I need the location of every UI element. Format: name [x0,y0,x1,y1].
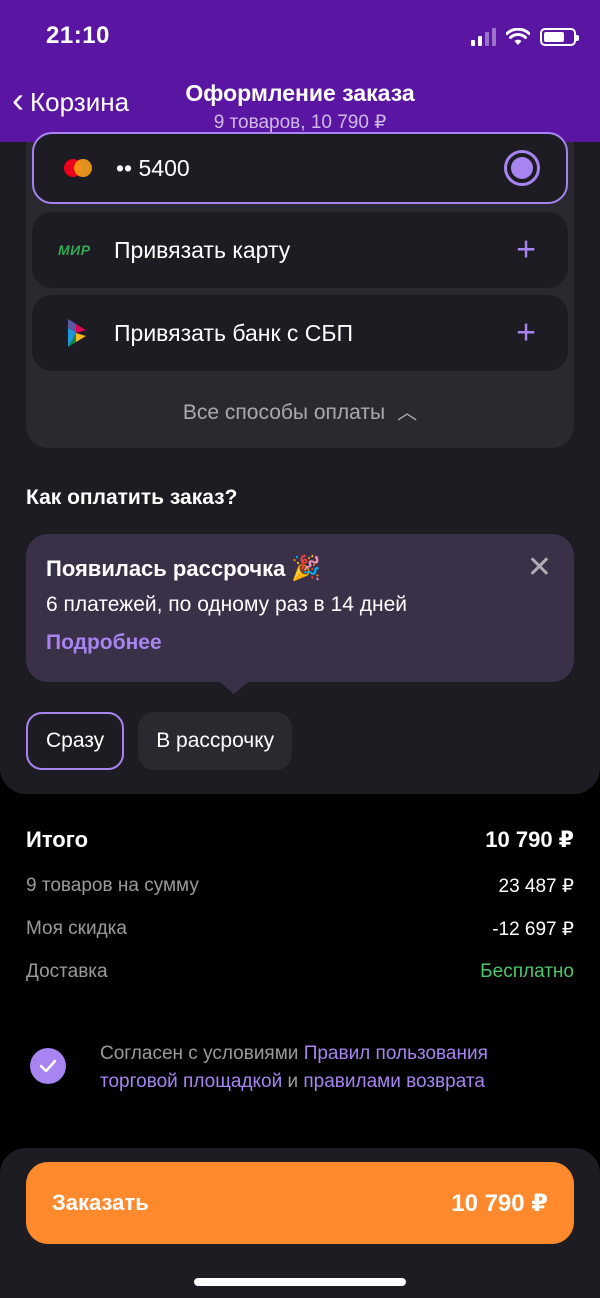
status-icons [471,26,579,48]
cellular-signal-icon [471,28,496,46]
mastercard-icon [60,157,98,179]
mir-logo-icon: МИР [58,242,91,258]
wifi-icon [506,28,530,45]
discount-value: -12 697 ₽ [492,918,574,940]
terms-agreement: Согласен с условиями Правил пользования … [30,1040,570,1096]
delivery-label: Доставка [26,961,108,982]
items-sum-row: 9 товаров на сумму 23 487 ₽ [26,875,574,897]
agreement-prefix: Согласен с условиями [100,1043,304,1064]
app-header: 21:10 ‹ Корзина Оформление заказа 9 това… [0,0,600,142]
checkout-panel: •• 5400 МИР Привязать карту + Привязать … [0,132,600,794]
checkmark-icon [39,1059,57,1073]
agreement-mid: и [282,1071,304,1092]
items-sum-label: 9 товаров на сумму [26,875,199,896]
delivery-row: Доставка Бесплатно [26,961,574,983]
payment-option-add-card[interactable]: МИР Привязать карту + [32,212,568,288]
total-label: Итого [26,827,89,852]
agreement-checkbox[interactable] [30,1048,66,1084]
payment-option-add-sbp[interactable]: Привязать банк с СБП + [32,295,568,371]
discount-row: Моя скидка -12 697 ₽ [26,918,574,940]
close-icon[interactable]: ✕ [527,550,552,585]
promo-title-row: Появилась рассрочка 🎉 [46,554,554,583]
selected-radio-icon[interactable] [504,150,540,186]
status-time: 21:10 [46,22,110,49]
party-popper-icon: 🎉 [291,555,322,582]
back-label: Корзина [30,86,130,117]
payment-timing-options: Сразу В рассрочку [26,712,293,770]
items-sum-value: 23 487 ₽ [498,875,574,897]
order-button-amount: 10 790 ₽ [451,1189,548,1217]
return-rules-link[interactable]: правилами возврата [303,1071,485,1092]
battery-icon [540,28,579,46]
delivery-value: Бесплатно [480,961,574,982]
back-button[interactable]: ‹ Корзина [12,82,130,118]
plus-icon[interactable]: + [516,314,536,353]
how-to-pay-title: Как оплатить заказ? [26,486,238,509]
order-button-label: Заказать [52,1190,149,1215]
payment-methods-box: •• 5400 МИР Привязать карту + Привязать … [26,132,574,448]
total-value: 10 790 ₽ [485,827,574,852]
sbp-logo-icon [68,319,86,347]
installment-promo-banner: Появилась рассрочка 🎉 6 платежей, по одн… [26,534,574,694]
plus-icon[interactable]: + [516,231,536,270]
order-totals: Итого 10 790 ₽ 9 товаров на сумму 23 487… [26,826,574,983]
card-masked-number: •• 5400 [116,154,190,181]
option-pay-now[interactable]: Сразу [26,712,125,770]
place-order-button[interactable]: Заказать 10 790 ₽ [26,1162,574,1244]
chevron-left-icon: ‹ [12,79,24,120]
promo-description: 6 платежей, по одному раз в 14 дней [46,593,407,616]
page-title: Оформление заказа [185,80,415,106]
add-card-label: Привязать карту [114,236,291,263]
all-methods-label: Все способы оплаты [182,401,386,424]
promo-more-link[interactable]: Подробнее [46,631,554,655]
chevron-up-icon: ︿ [397,402,418,424]
add-sbp-label: Привязать банк с СБП [114,319,354,346]
promo-title: Появилась рассрочка [46,555,286,581]
page-subtitle: 9 товаров, 10 790 ₽ [213,112,387,133]
payment-option-card-5400[interactable]: •• 5400 [32,132,568,204]
total-row: Итого 10 790 ₽ [26,826,574,854]
agreement-text: Согласен с условиями Правил пользования … [100,1040,570,1096]
page-title-block: Оформление заказа 9 товаров, 10 790 ₽ [180,80,420,134]
option-installment[interactable]: В рассрочку [138,712,293,770]
bottom-action-bar: Заказать 10 790 ₽ [0,1148,600,1298]
home-indicator[interactable] [194,1278,406,1286]
all-payment-methods-toggle[interactable]: Все способы оплаты ︿ [26,396,574,425]
discount-label: Моя скидка [26,918,127,939]
